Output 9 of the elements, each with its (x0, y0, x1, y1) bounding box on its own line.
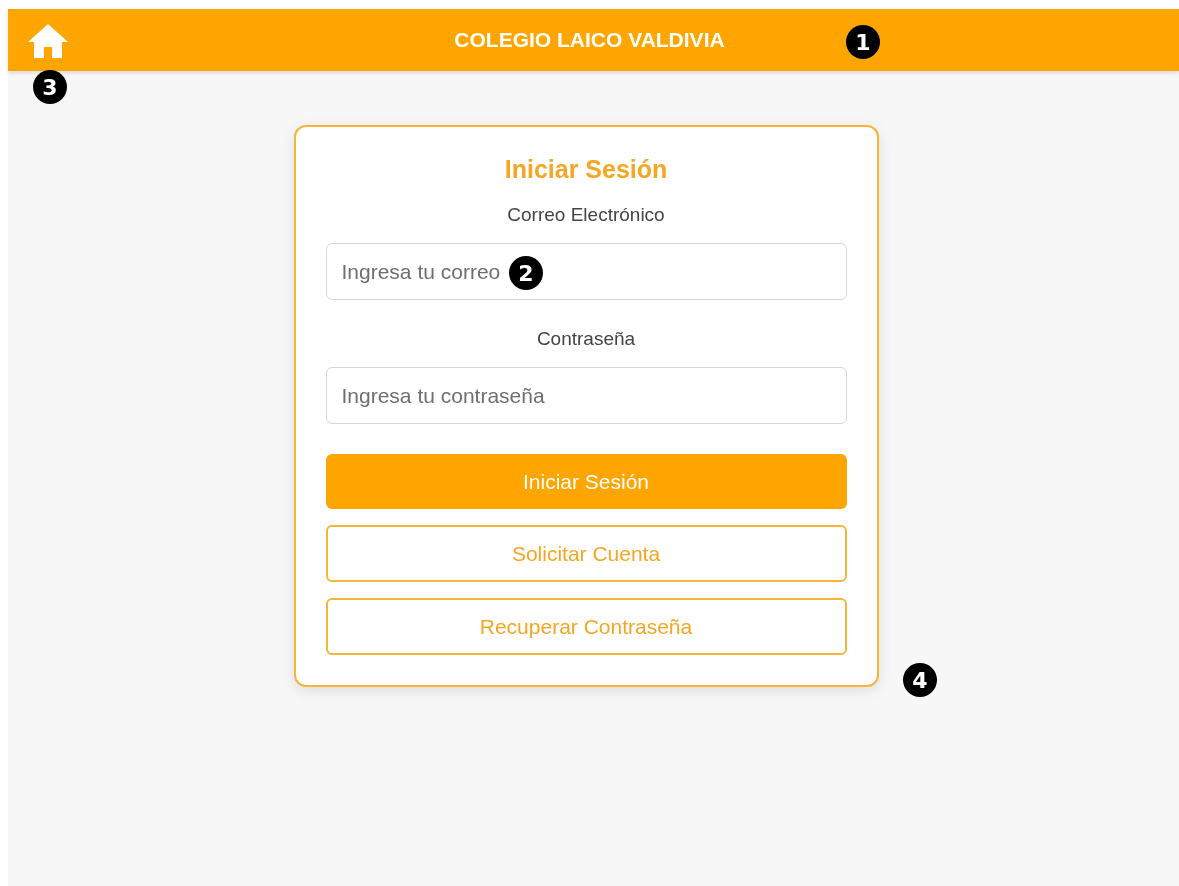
outline-button[interactable]: Recuperar Contraseña (325, 598, 847, 655)
input-field[interactable]: Ingresa tu contraseña (325, 367, 847, 424)
login-button[interactable]: Iniciar Sesión (325, 454, 847, 509)
field-label: Contraseña (536, 328, 636, 350)
field-label: Correo Electrónico (507, 204, 665, 226)
site-title: COLEGIO LAICO VALDIVIA (454, 28, 725, 52)
outline-button[interactable]: Solicitar Cuenta (325, 525, 847, 582)
home-icon[interactable] (27, 23, 69, 59)
form-title: Iniciar Sesión (504, 155, 668, 184)
